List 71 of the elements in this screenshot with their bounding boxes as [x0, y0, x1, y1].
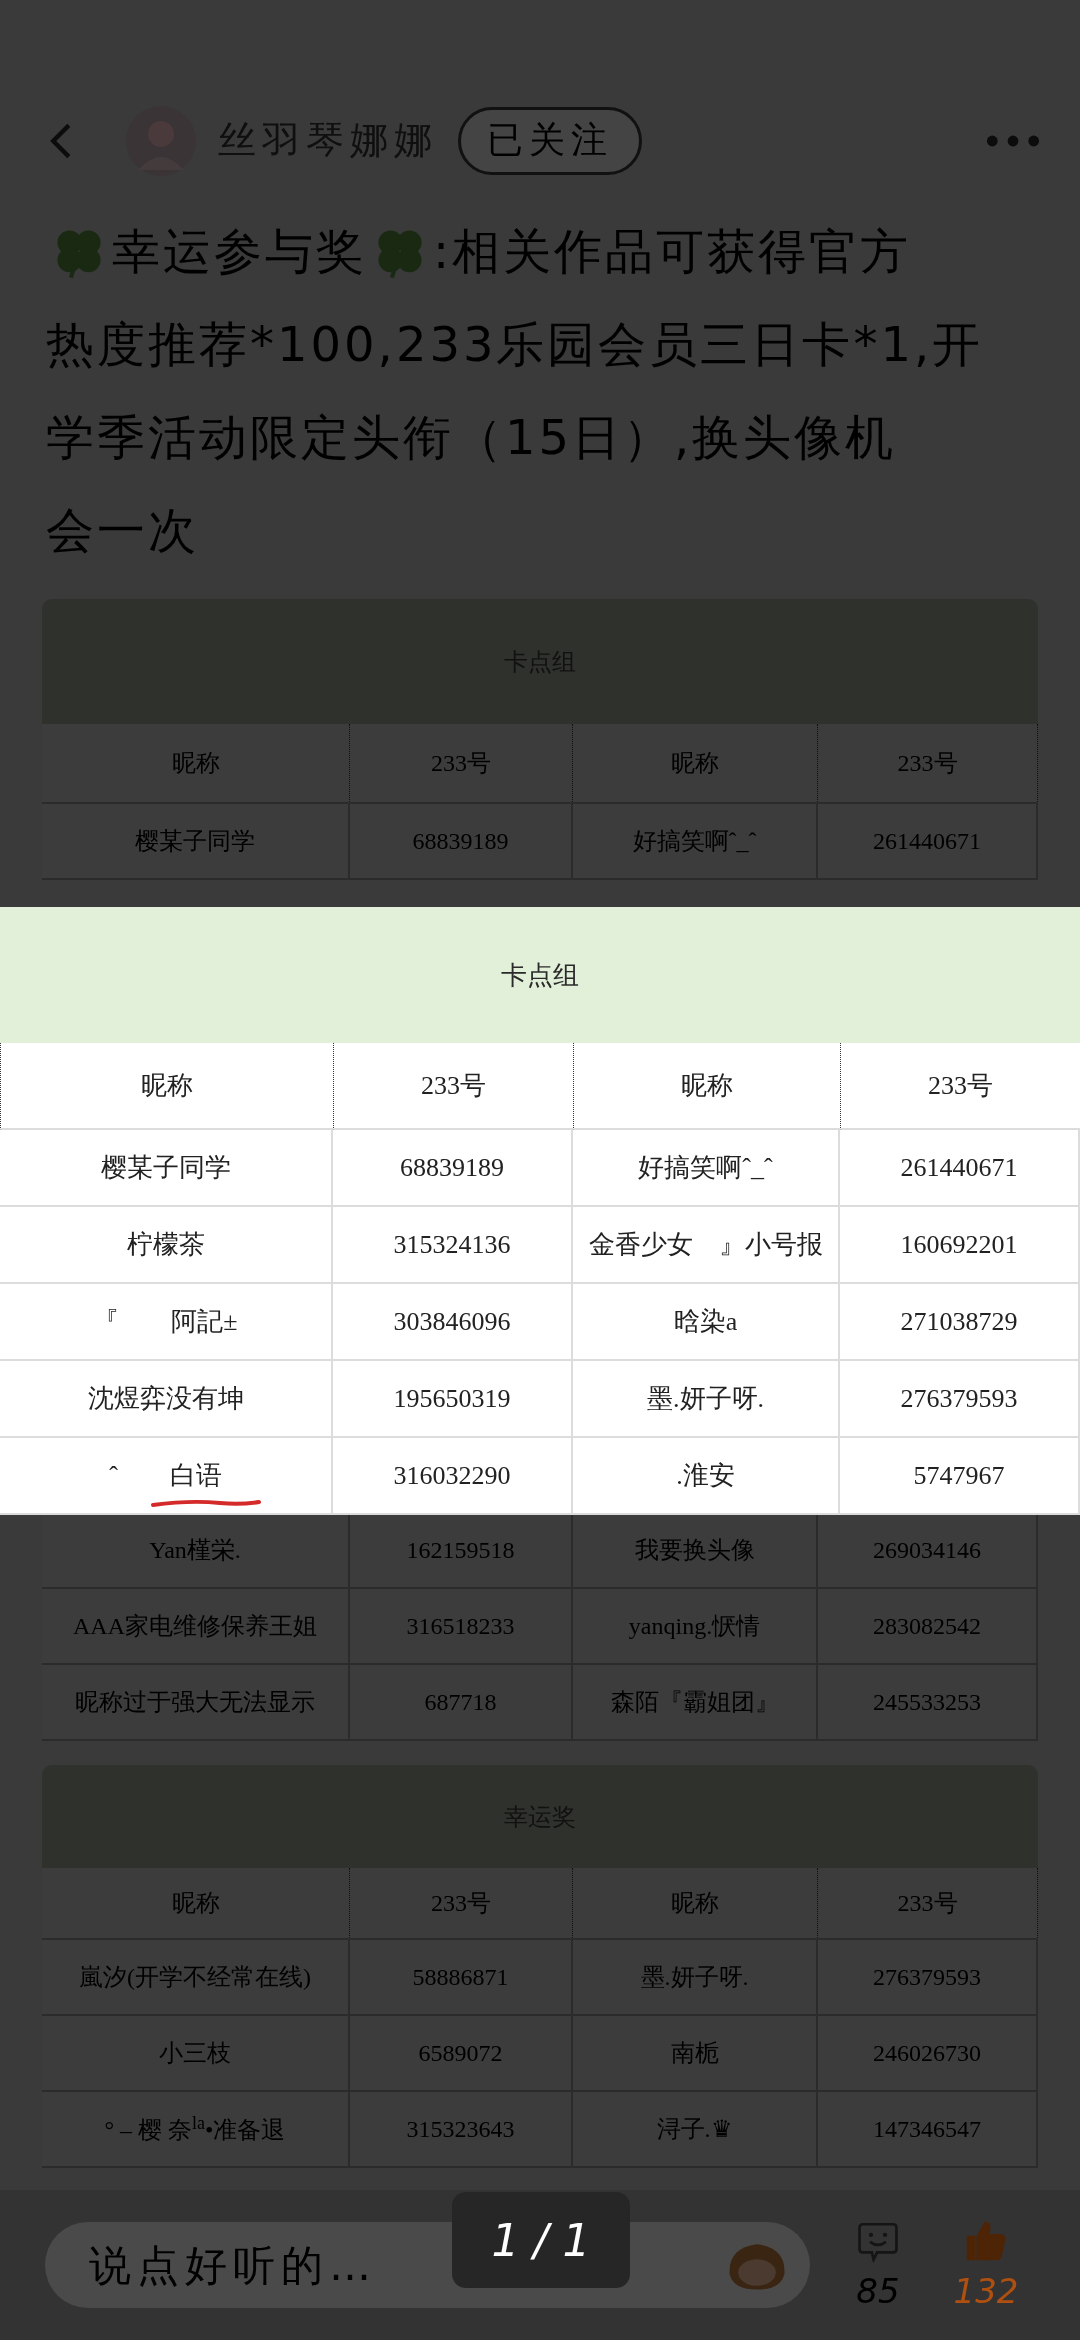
column-header: 233号 [818, 724, 1038, 804]
post-title: 幸运参与奖 [112, 222, 367, 281]
column-header: 昵称 [573, 1043, 840, 1130]
table-cell: 森陌『霸姐团』 [573, 1665, 818, 1741]
table-cell: 261440671 [840, 1130, 1080, 1207]
table-cell: 柠檬茶 [0, 1207, 333, 1284]
table-cell: Yan槿栄. [42, 1513, 350, 1589]
table-cell: 我要换头像 [573, 1513, 818, 1589]
table-cell: 162159518 [350, 1513, 573, 1589]
table-cell: 271038729 [840, 1284, 1080, 1361]
table-cell: 5747967 [840, 1438, 1080, 1515]
table-cell: 小三枝 [42, 2016, 350, 2092]
table-cell: 276379593 [818, 1940, 1038, 2016]
table-cell: 315324136 [333, 1207, 573, 1284]
table-cell: 303846096 [333, 1284, 573, 1361]
column-header: 昵称 [42, 724, 350, 804]
column-header: 233号 [333, 1043, 573, 1130]
column-header: 昵称 [0, 1043, 333, 1130]
table-cell: AAA家电维修保养王姐 [42, 1589, 350, 1665]
column-header: 昵称 [573, 1868, 818, 1940]
table-cell: 316032290 [333, 1438, 573, 1515]
table-cell: 261440671 [818, 804, 1038, 880]
table-cell: yanqing.恹情 [573, 1589, 818, 1665]
column-header: 昵称 [42, 1868, 350, 1940]
post-text: :相关作品可获得官方 [433, 222, 912, 281]
table-cell: 金香少女 』小号报 [573, 1207, 840, 1284]
table-cell: 147346547 [818, 2092, 1038, 2168]
table-cell: 276379593 [840, 1361, 1080, 1438]
more-icon[interactable] [986, 133, 1040, 148]
table-cell: 樱某子同学 [0, 1130, 333, 1207]
table-cell: 昵称过于强大无法显示 [42, 1665, 350, 1741]
table-cell: 195650319 [333, 1361, 573, 1438]
thumbs-up-icon[interactable] [964, 2219, 1008, 2263]
table-cell: 墨.妍子呀. [573, 1940, 818, 2016]
table-cell: ° – 樱 奈$^{la}$•准备退 [42, 2092, 350, 2168]
page-indicator: 1 / 1 [452, 2192, 630, 2288]
table-cell: 245533253 [818, 1665, 1038, 1741]
table-cell: ˆ 白语 [0, 1438, 333, 1515]
table-cell: 58886871 [350, 1940, 573, 2016]
like-count: 132 [953, 2271, 1019, 2311]
column-header: 233号 [350, 724, 573, 804]
column-header: 233号 [840, 1043, 1080, 1130]
table-cell: 沈煜弈没有坤 [0, 1361, 333, 1438]
table-cell: 687718 [350, 1665, 573, 1741]
table-cell: 嵐汐(开学不经常在线) [42, 1940, 350, 2016]
table-cell: 南栀 [573, 2016, 818, 2092]
table-cell: 246026730 [818, 2016, 1038, 2092]
table-cell: 283082542 [818, 1589, 1038, 1665]
table-cell: 315323643 [350, 2092, 573, 2168]
follow-button[interactable]: 已关注 [458, 106, 642, 175]
column-header: 233号 [818, 1868, 1038, 1940]
table-cell: 好搞笑啊ˆ_ˆ [573, 804, 818, 880]
table-cell: .淮安 [573, 1438, 840, 1515]
table-cell: 晗染a [573, 1284, 840, 1361]
table-cell: 浔子.♛ [573, 2092, 818, 2168]
post-text: 学季活动限定头衔（15日）,换头像机 [46, 408, 897, 467]
table-title: 卡点组 [0, 907, 1080, 1043]
post-text: 热度推荐*100,233乐园会员三日卡*1,开 [46, 315, 984, 374]
table-cell: 樱某子同学 [42, 804, 350, 880]
table-cell: 316518233 [350, 1589, 573, 1665]
column-header: 233号 [350, 1868, 573, 1940]
table-cell: 墨.妍子呀. [573, 1361, 840, 1438]
column-header: 昵称 [573, 724, 818, 804]
table-cell: 6589072 [350, 2016, 573, 2092]
table-cell: 『 阿記± [0, 1284, 333, 1361]
post-text: 会一次 [46, 501, 199, 560]
table-cell: 160692201 [840, 1207, 1080, 1284]
table-cell: 68839189 [350, 804, 573, 880]
table-cell: 269034146 [818, 1513, 1038, 1589]
table-cell: 好搞笑啊ˆ_ˆ [573, 1130, 840, 1207]
table-cell: 68839189 [333, 1130, 573, 1207]
